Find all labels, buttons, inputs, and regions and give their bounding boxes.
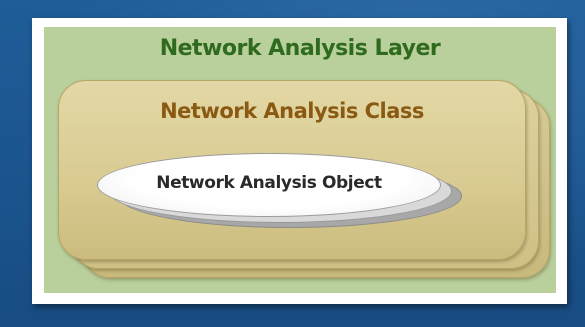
layer-title: Network Analysis Layer [159,36,441,61]
class-title: Network Analysis Class [160,99,424,123]
object-label: Network Analysis Object [156,173,382,193]
